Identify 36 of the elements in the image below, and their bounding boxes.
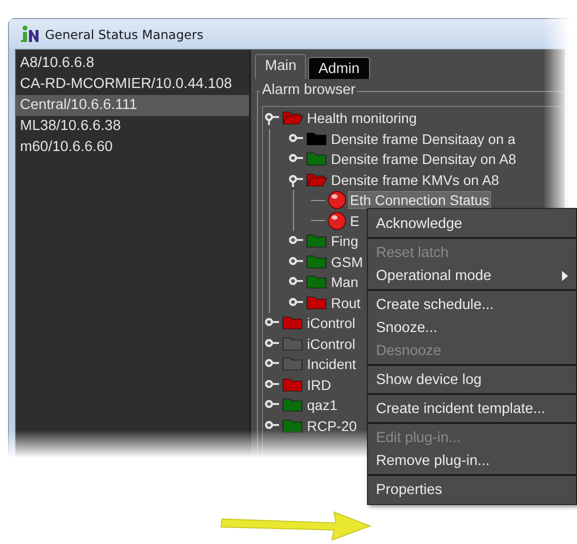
manager-item[interactable]: A8/10.6.6.8 [16,53,249,74]
tree-item[interactable]: Eth Connection Status [349,192,490,208]
menu-item[interactable]: Snooze... [368,316,576,339]
tab[interactable]: Main [255,54,306,79]
tree-item[interactable]: Man [330,274,360,290]
menu-item[interactable]: Create incident template... [368,397,576,420]
tree-item[interactable]: Densite frame KMVs on A8 [330,172,500,188]
menu-item[interactable]: Remove plug-in... [368,449,576,472]
tree-item[interactable]: GSM [330,254,364,270]
tree-item[interactable]: Fing [330,233,360,250]
tree-item[interactable]: iControl [306,315,356,332]
tree-item[interactable]: Densite frame Densitaay on a [330,130,516,147]
tree-item[interactable]: Health monitoring [306,110,418,126]
menu-item[interactable]: Properties [368,478,576,501]
menu-item[interactable]: Operational mode [368,264,576,287]
menu-item[interactable]: Show device log [368,368,576,391]
manager-item[interactable]: Central/10.6.6.111 [16,95,249,116]
app-logo-icon [20,25,40,43]
menu-item[interactable]: Create schedule... [368,293,576,316]
expanded-handle-icon[interactable] [288,172,304,187]
submenu-arrow-icon [562,270,568,280]
tree-item[interactable]: Densite frame Densitay on A8 [330,151,518,168]
expanded-handle-icon[interactable] [264,111,280,126]
tab[interactable]: Admin [308,57,370,79]
manager-item[interactable]: CA-RD-MCORMIER/10.0.44.108 [16,74,249,95]
tree-item[interactable]: E [349,212,360,229]
manager-item[interactable]: ML38/10.6.6.38 [16,116,249,137]
tree-item[interactable]: Incident [306,356,358,372]
tree-item[interactable]: IRD [306,376,332,393]
manager-item[interactable]: m60/10.6.6.60 [16,137,249,158]
tree-item[interactable]: RCP-20 [306,418,358,434]
tree-item[interactable]: Rout [330,294,362,311]
menu-item[interactable]: Acknowledge [368,212,576,235]
tree-item[interactable]: qaz1 [306,397,338,414]
tree-item[interactable]: iControl [306,336,356,352]
window-title: General Status Managers [45,26,204,42]
